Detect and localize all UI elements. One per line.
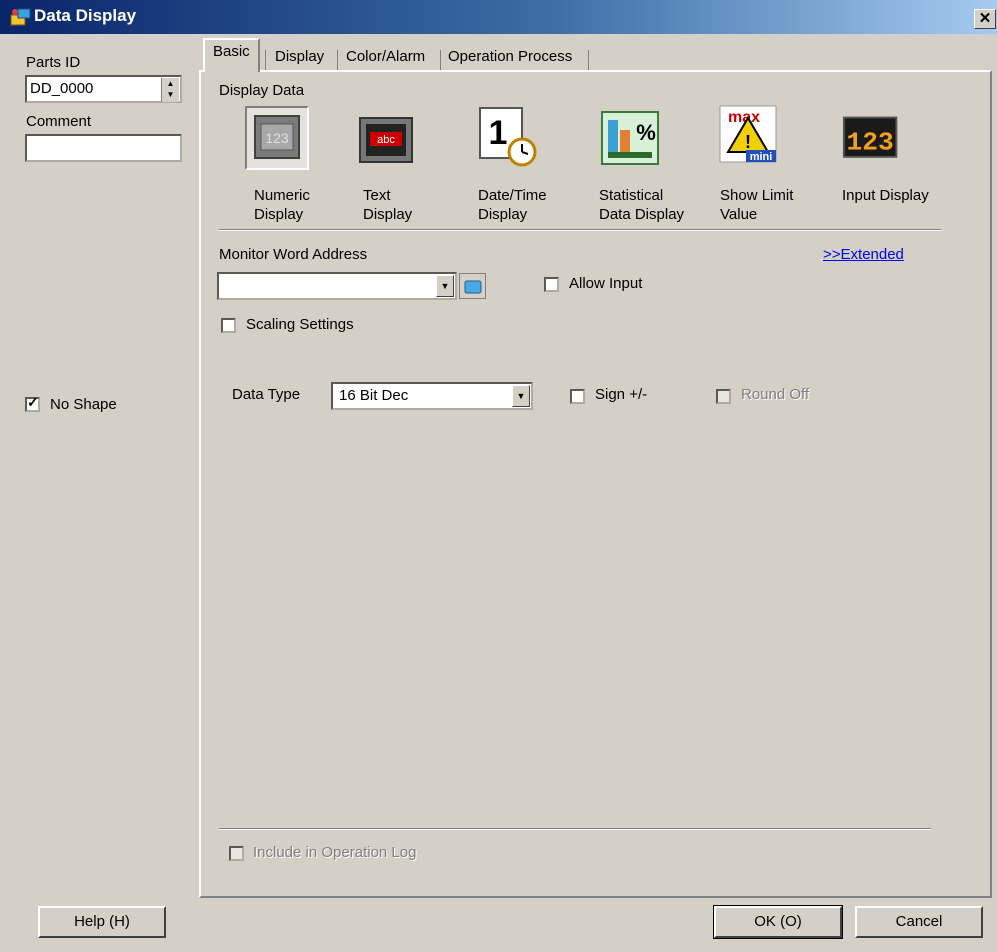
round-off-checkbox: [716, 389, 731, 404]
tab-color-alarm[interactable]: Color/Alarm: [342, 44, 429, 72]
tab-basic[interactable]: Basic: [203, 38, 260, 72]
comment-field[interactable]: [25, 134, 182, 162]
close-button[interactable]: ✕: [974, 9, 996, 29]
tab-separator: [440, 50, 441, 70]
text-display-label: Text Display: [363, 187, 413, 223]
data-display-app-icon: [10, 8, 31, 26]
scaling-settings-label: Scaling Settings: [246, 316, 354, 333]
allow-input-checkbox[interactable]: [544, 277, 559, 292]
numeric-display-option[interactable]: 123: [245, 106, 309, 170]
numeric-display-label: Numeric Display: [254, 187, 310, 223]
tab-separator: [337, 50, 338, 70]
parts-id-spinner[interactable]: ▲ ▼: [161, 78, 179, 102]
data-type-value: 16 Bit Dec: [339, 387, 409, 404]
date-time-display-option[interactable]: 1: [476, 104, 540, 168]
checkmark-icon: ✓: [27, 394, 39, 410]
title-bar: Data Display ✕: [0, 0, 997, 34]
monitor-word-address-label: Monitor Word Address: [219, 246, 368, 263]
parts-id-value: DD_0000: [30, 80, 94, 97]
round-off-label: Round Off: [741, 386, 810, 403]
operation-log-checkbox: [229, 846, 244, 861]
date-icon-digit: 1: [489, 114, 508, 152]
divider: [219, 229, 941, 231]
operation-log-label: Include in Operation Log: [253, 844, 417, 861]
spinner-up-icon[interactable]: ▲: [162, 78, 179, 89]
monitor-word-address-combo[interactable]: ▼: [217, 272, 457, 300]
show-limit-icon: max ! mini: [719, 105, 777, 163]
dropdown-arrow-icon[interactable]: ▼: [436, 275, 454, 297]
statistical-display-option[interactable]: %: [600, 106, 664, 170]
cancel-button[interactable]: Cancel: [855, 906, 983, 938]
statistical-display-icon: %: [601, 111, 659, 165]
window-title: Data Display: [34, 6, 137, 25]
parts-id-field[interactable]: DD_0000 ▲ ▼: [25, 75, 182, 103]
stat-icon-symbol: %: [636, 120, 656, 145]
tab-color-alarm-label: Color/Alarm: [346, 48, 426, 65]
limit-icon-mini: mini: [750, 151, 773, 163]
help-button[interactable]: Help (H): [38, 906, 166, 938]
text-display-option[interactable]: abc: [354, 106, 418, 170]
data-type-select[interactable]: 16 Bit Dec ▼: [331, 382, 533, 410]
no-shape-label: No Shape: [50, 396, 117, 413]
scaling-settings-checkbox[interactable]: [221, 318, 236, 333]
date-time-display-label: Date/Time Display: [478, 187, 547, 223]
no-shape-checkbox[interactable]: ✓: [25, 394, 40, 412]
tab-basic-label: Basic: [213, 43, 250, 60]
tab-separator: [265, 50, 266, 70]
limit-icon-warn: !: [745, 132, 751, 152]
display-data-label: Display Data: [219, 82, 305, 99]
sign-label: Sign +/-: [595, 386, 648, 403]
numeric-icon-digits: 123: [265, 130, 289, 146]
data-type-label: Data Type: [232, 386, 301, 403]
show-limit-option[interactable]: max ! mini: [718, 104, 782, 168]
divider: [219, 828, 931, 830]
keypad-icon: [464, 280, 482, 294]
numeric-display-icon: 123: [254, 115, 300, 159]
extended-link[interactable]: >>Extended: [823, 246, 904, 263]
sign-checkbox[interactable]: [570, 389, 585, 404]
tab-separator: [588, 50, 589, 70]
show-limit-label: Show Limit Value: [720, 187, 794, 223]
date-time-display-icon: 1: [479, 107, 537, 167]
ok-button[interactable]: OK (O): [713, 905, 843, 939]
allow-input-label: Allow Input: [569, 275, 643, 292]
input-display-option[interactable]: 123: [842, 110, 906, 174]
input-display-label: Input Display: [842, 187, 929, 204]
spinner-down-icon[interactable]: ▼: [162, 89, 179, 100]
tab-display-label: Display: [275, 48, 325, 65]
close-icon: ✕: [978, 10, 992, 27]
input-display-icon: 123: [842, 116, 898, 158]
address-input-button[interactable]: [459, 273, 486, 299]
comment-label: Comment: [26, 113, 92, 130]
statistical-display-label: Statistical Data Display: [599, 187, 685, 223]
text-icon-sample: abc: [377, 134, 395, 146]
tab-operation-process-label: Operation Process: [448, 48, 573, 65]
tab-display[interactable]: Display: [271, 44, 328, 72]
parts-id-label: Parts ID: [26, 54, 81, 71]
dropdown-arrow-icon[interactable]: ▼: [512, 385, 530, 407]
text-display-icon: abc: [359, 117, 413, 163]
input-icon-digits: 123: [846, 127, 893, 157]
tab-operation-process[interactable]: Operation Process: [444, 44, 576, 72]
